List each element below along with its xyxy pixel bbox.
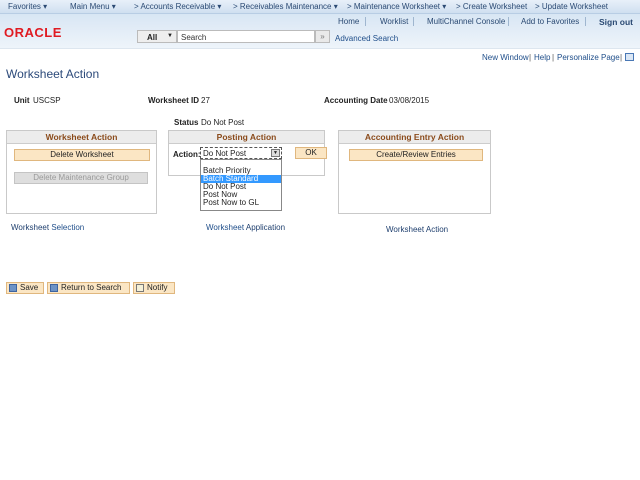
chevron-down-icon[interactable]: ▼ (271, 149, 280, 157)
notify-icon (136, 284, 144, 292)
create-review-entries-button[interactable]: Create/Review Entries (349, 149, 483, 161)
save-icon (9, 284, 17, 292)
nav-update-worksheet[interactable]: > Update Worksheet (535, 2, 608, 11)
accounting-entry-action-header: Accounting Entry Action (339, 131, 490, 144)
ok-button[interactable]: OK (295, 147, 327, 159)
multichannel-console-link[interactable]: MultiChannel Console (427, 17, 505, 26)
accounting-date-label: Accounting Date (324, 96, 388, 105)
status-value: Do Not Post (201, 118, 245, 127)
delete-maintenance-group-button: Delete Maintenance Group (14, 172, 148, 184)
home-link[interactable]: Home (338, 17, 359, 26)
page-title: Worksheet Action (6, 67, 100, 81)
notify-button[interactable]: Notify (133, 282, 175, 294)
action-label: Action: (173, 150, 201, 159)
return-to-search-button[interactable]: Return to Search (47, 282, 130, 294)
worksheet-action-header: Worksheet Action (7, 131, 156, 144)
nav-maintenance-worksheet[interactable]: > Maintenance Worksheet ▾ (347, 2, 446, 11)
save-button[interactable]: Save (6, 282, 44, 294)
search-input[interactable]: Search (177, 30, 315, 43)
accounting-entry-action-box: Accounting Entry Action Create/Review En… (338, 130, 491, 214)
delete-worksheet-button[interactable]: Delete Worksheet (14, 149, 150, 161)
nav-create-worksheet[interactable]: > Create Worksheet (456, 2, 527, 11)
worksheet-action-box: Worksheet Action Delete Worksheet Delete… (6, 130, 157, 214)
search-scope-select[interactable]: All ▼ (137, 30, 177, 43)
status-label: Status (174, 118, 199, 127)
accounting-date-value: 03/08/2015 (389, 96, 430, 105)
worksheet-id-value: 27 (201, 96, 210, 105)
oracle-logo: ORACLE (4, 25, 62, 40)
worksheet-id-label: Worksheet ID (148, 96, 199, 105)
action-select[interactable]: Do Not Post ▼ (200, 147, 282, 159)
new-window-link[interactable]: New Window (482, 53, 529, 62)
return-search-icon (50, 284, 58, 292)
nav-main-menu[interactable]: Main Menu ▾ (70, 2, 116, 11)
action-dropdown-list: Batch Priority Batch Standard Do Not Pos… (200, 159, 282, 211)
personalize-page-link[interactable]: Personalize Page (557, 53, 620, 62)
nav-receivables-maintenance[interactable]: > Receivables Maintenance ▾ (233, 2, 338, 11)
option-post-now-to-gl[interactable]: Post Now to GL (201, 199, 281, 207)
nav-accounts-receivable[interactable]: > Accounts Receivable ▾ (134, 2, 221, 11)
worksheet-selection-link[interactable]: Worksheet Selection (11, 223, 84, 232)
add-to-favorites-link[interactable]: Add to Favorites (521, 17, 579, 26)
worksheet-application-link[interactable]: Worksheet Application (206, 223, 285, 232)
chevron-down-icon: ▼ (167, 33, 173, 39)
help-link[interactable]: Help (534, 53, 550, 62)
sign-out-link[interactable]: Sign out (599, 17, 633, 27)
grid-icon[interactable] (625, 53, 634, 61)
search-go-button[interactable]: » (315, 30, 330, 43)
worklist-link[interactable]: Worklist (380, 17, 408, 26)
nav-favorites[interactable]: Favorites ▾ (8, 2, 47, 11)
unit-label: Unit (14, 96, 30, 105)
unit-value: USCSP (33, 96, 61, 105)
worksheet-action-text: Worksheet Action (386, 225, 449, 234)
advanced-search-link[interactable]: Advanced Search (335, 34, 398, 43)
top-nav-bar: Favorites ▾ Main Menu ▾ > Accounts Recei… (0, 0, 640, 14)
posting-action-header: Posting Action (169, 131, 324, 144)
